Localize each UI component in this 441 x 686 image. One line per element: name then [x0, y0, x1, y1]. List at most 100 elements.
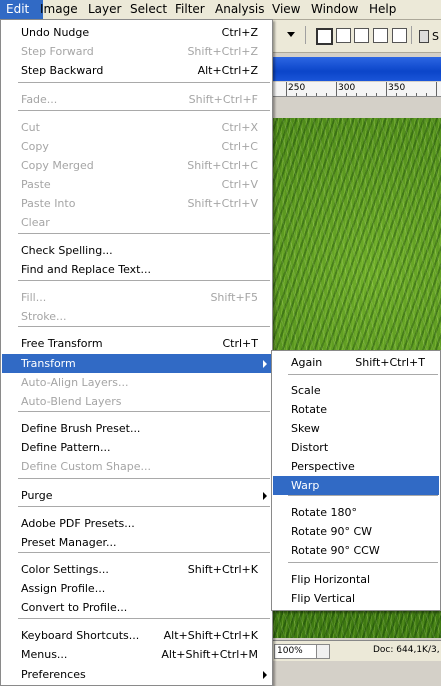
- edit-menu-item-convert-to-profile[interactable]: Convert to Profile...: [2, 598, 271, 617]
- edit-menu-item-menus[interactable]: Menus... Alt+Shift+Ctrl+M: [2, 645, 271, 664]
- menu-separator: [18, 506, 270, 507]
- menu-item-label: Step Backward: [21, 64, 104, 77]
- transform-menu-item-rotate[interactable]: Rotate: [273, 400, 439, 419]
- add-selection-icon[interactable]: [336, 28, 351, 43]
- edit-menu-item-cut[interactable]: Cut Ctrl+X: [2, 118, 271, 137]
- menu-item-label: Flip Vertical: [291, 592, 356, 605]
- menu-item-label: Menus...: [21, 648, 68, 661]
- edit-menu-item-purge[interactable]: Purge: [2, 486, 271, 505]
- transform-menu-item-rotate-90-ccw[interactable]: Rotate 90° CCW: [273, 541, 439, 560]
- menu-item-label: Flip Horizontal: [291, 573, 371, 586]
- menu-item-label: Find and Replace Text...: [21, 263, 151, 276]
- edit-menu-item-stroke[interactable]: Stroke...: [2, 307, 271, 326]
- menu-help[interactable]: Help: [369, 0, 396, 19]
- menu-item-shortcut: Shift+Ctrl+K: [187, 563, 258, 576]
- submenu-arrow-icon: [263, 492, 267, 500]
- edit-menu-item-step-backward[interactable]: Step Backward Alt+Ctrl+Z: [2, 61, 271, 80]
- menu-item-label: Color Settings...: [21, 563, 109, 576]
- edit-menu-item-define-pattern[interactable]: Define Pattern...: [2, 438, 271, 457]
- menu-item-label: Paste Into: [21, 197, 76, 210]
- menu-item-label: Fill...: [21, 291, 47, 304]
- status-menu-icon[interactable]: [316, 644, 330, 659]
- menu-item-shortcut: Shift+Ctrl+V: [187, 197, 258, 210]
- menu-item-label: Warp: [291, 479, 320, 492]
- edit-menu-item-color-settings[interactable]: Color Settings... Shift+Ctrl+K: [2, 560, 271, 579]
- menu-item-shortcut: Ctrl+C: [221, 140, 258, 153]
- transform-menu-item-flip-horizontal[interactable]: Flip Horizontal: [273, 570, 439, 589]
- edit-menu-item-step-forward[interactable]: Step Forward Shift+Ctrl+Z: [2, 42, 271, 61]
- edit-menu-item-copy-merged[interactable]: Copy Merged Shift+Ctrl+C: [2, 156, 271, 175]
- menu-item-label: Preset Manager...: [21, 536, 117, 549]
- transform-menu-item-scale[interactable]: Scale: [273, 381, 439, 400]
- edit-menu-item-free-transform[interactable]: Free Transform Ctrl+T: [2, 334, 271, 353]
- doc-size-info: Doc: 644,1K/3,: [373, 645, 440, 655]
- transform-menu-item-again[interactable]: Again Shift+Ctrl+T: [273, 353, 439, 372]
- edit-menu-item-paste[interactable]: Paste Ctrl+V: [2, 175, 271, 194]
- edit-menu-item-define-brush-preset[interactable]: Define Brush Preset...: [2, 419, 271, 438]
- menu-image[interactable]: Image: [40, 0, 78, 19]
- edit-menu-item-define-custom-shape[interactable]: Define Custom Shape...: [2, 457, 271, 476]
- edit-menu-item-find-and-replace-text[interactable]: Find and Replace Text...: [2, 260, 271, 279]
- edit-menu-item-paste-into[interactable]: Paste Into Shift+Ctrl+V: [2, 194, 271, 213]
- menu-item-label: Step Forward: [21, 45, 94, 58]
- lock-icon[interactable]: [419, 30, 429, 43]
- new-selection-icon[interactable]: [316, 28, 333, 45]
- transform-menu-item-rotate-90-cw[interactable]: Rotate 90° CW: [273, 522, 439, 541]
- edit-menu-item-preferences[interactable]: Preferences: [2, 665, 271, 684]
- document-status-bar: 100% Doc: 644,1K/3,: [270, 640, 441, 661]
- menu-filter[interactable]: Filter: [175, 0, 205, 19]
- menu-item-shortcut: Ctrl+V: [221, 178, 258, 191]
- transform-menu-item-rotate-180[interactable]: Rotate 180°: [273, 503, 439, 522]
- ruler-tick-label: 300: [338, 83, 356, 93]
- menu-edit[interactable]: Edit: [0, 0, 43, 19]
- edit-menu-item-auto-align-layers[interactable]: Auto-Align Layers...: [2, 373, 271, 392]
- transform-menu-item-perspective[interactable]: Perspective: [273, 457, 439, 476]
- chevron-down-icon[interactable]: [287, 32, 295, 37]
- transform-menu-item-distort[interactable]: Distort: [273, 438, 439, 457]
- edit-menu-item-copy[interactable]: Copy Ctrl+C: [2, 137, 271, 156]
- menu-layer[interactable]: Layer: [88, 0, 121, 19]
- edit-menu-item-auto-blend-layers[interactable]: Auto-Blend Layers: [2, 392, 271, 411]
- menu-item-label: Rotate 90° CCW: [291, 544, 380, 557]
- menu-item-label: Purge: [21, 489, 53, 502]
- menu-select[interactable]: Select: [130, 0, 167, 19]
- edit-menu-item-assign-profile[interactable]: Assign Profile...: [2, 579, 271, 598]
- transform-menu-item-warp[interactable]: Warp: [273, 476, 439, 495]
- menu-item-label: Again: [291, 356, 323, 369]
- edit-menu-item-fill[interactable]: Fill... Shift+F5: [2, 288, 271, 307]
- menu-window[interactable]: Window: [311, 0, 358, 19]
- menu-separator: [18, 618, 270, 619]
- submenu-arrow-icon: [263, 671, 267, 679]
- document-title-bar[interactable]: [270, 57, 441, 81]
- subtract-selection-icon[interactable]: [354, 28, 369, 43]
- edit-menu-item-transform[interactable]: Transform: [2, 354, 271, 373]
- edit-menu-item-check-spelling[interactable]: Check Spelling...: [2, 241, 271, 260]
- edit-menu-item-undo-nudge[interactable]: Undo Nudge Ctrl+Z: [2, 23, 271, 42]
- menu-item-label: Check Spelling...: [21, 244, 113, 257]
- edit-menu-item-preset-manager[interactable]: Preset Manager...: [2, 533, 271, 552]
- edit-menu-item-clear[interactable]: Clear: [2, 213, 271, 232]
- menu-separator: [18, 280, 270, 281]
- menu-item-label: Distort: [291, 441, 329, 454]
- menu-item-label: Define Custom Shape...: [21, 460, 151, 473]
- menu-item-label: Copy Merged: [21, 159, 94, 172]
- exclude-selection-icon[interactable]: [392, 28, 407, 43]
- edit-menu: Undo Nudge Ctrl+Z Step Forward Shift+Ctrl+Z…: [0, 19, 273, 686]
- menu-item-shortcut: Ctrl+X: [221, 121, 258, 134]
- menu-item-shortcut: Shift+F5: [210, 291, 258, 304]
- zoom-field[interactable]: 100%: [274, 644, 318, 659]
- menu-item-label: Perspective: [291, 460, 355, 473]
- transform-menu-item-flip-vertical[interactable]: Flip Vertical: [273, 589, 439, 608]
- menu-view[interactable]: View: [272, 0, 300, 19]
- transform-menu-item-skew[interactable]: Skew: [273, 419, 439, 438]
- menu-analysis[interactable]: Analysis: [215, 0, 264, 19]
- ruler-tick-label: 350: [388, 83, 406, 93]
- menu-item-label: Rotate 180°: [291, 506, 358, 519]
- edit-menu-item-adobe-pdf-presets[interactable]: Adobe PDF Presets...: [2, 514, 271, 533]
- edit-menu-item-keyboard-shortcuts[interactable]: Keyboard Shortcuts... Alt+Shift+Ctrl+K: [2, 626, 271, 645]
- menu-item-shortcut: Alt+Shift+Ctrl+M: [161, 648, 258, 661]
- edit-menu-item-fade[interactable]: Fade... Shift+Ctrl+F: [2, 90, 271, 109]
- intersect-selection-icon[interactable]: [373, 28, 388, 43]
- menu-item-label: Assign Profile...: [21, 582, 106, 595]
- menu-item-label: Define Brush Preset...: [21, 422, 141, 435]
